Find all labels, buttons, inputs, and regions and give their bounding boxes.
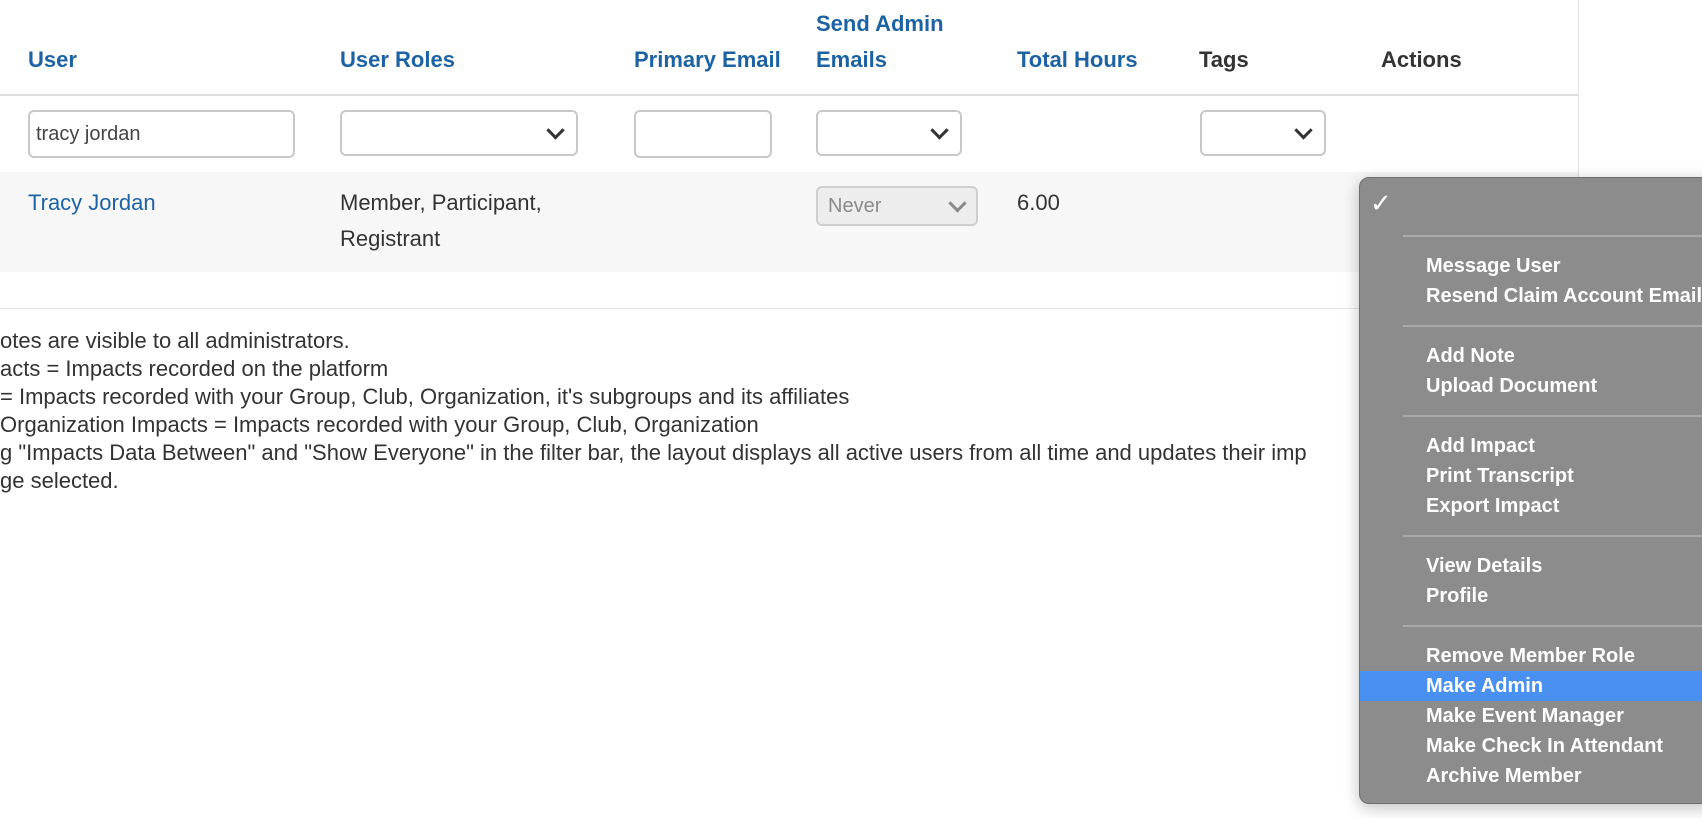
note-line: otes are visible to all administrators. <box>0 328 350 353</box>
header-divider <box>0 94 1578 96</box>
column-header-actions: Actions <box>1381 47 1462 72</box>
menu-item-upload-document[interactable]: Upload Document <box>1360 371 1702 401</box>
chevron-down-icon <box>546 121 565 140</box>
column-header-send-admin-emails[interactable]: Send Admin Emails <box>816 6 944 78</box>
primary-email-filter-input[interactable] <box>634 110 772 158</box>
user-roles-line2: Registrant <box>340 226 441 251</box>
menu-item-archive-member[interactable]: Archive Member <box>1360 761 1702 791</box>
actions-context-menu: ✓ Message User Resend Claim Account Emai… <box>1359 177 1702 804</box>
menu-separator <box>1403 325 1702 327</box>
send-admin-emails-filter-select[interactable] <box>816 110 962 156</box>
column-header-user-roles[interactable]: User Roles <box>340 42 455 78</box>
menu-item-remove-member-role[interactable]: Remove Member Role <box>1360 641 1702 671</box>
menu-separator <box>1403 235 1702 237</box>
table-bottom-divider <box>0 308 1578 309</box>
menu-item-make-event-manager[interactable]: Make Event Manager <box>1360 701 1702 731</box>
menu-item-export-impact[interactable]: Export Impact <box>1360 491 1702 521</box>
column-header-user[interactable]: User <box>28 42 77 78</box>
table-row <box>0 172 1578 272</box>
column-header-send-admin-emails-line1: Send Admin <box>816 11 944 36</box>
menu-item-make-admin[interactable]: Make Admin <box>1360 671 1702 701</box>
menu-separator <box>1403 535 1702 537</box>
user-filter-input[interactable] <box>28 110 295 158</box>
send-admin-emails-value: Never <box>828 195 882 217</box>
note-line: acts = Impacts recorded on the platform <box>0 356 389 381</box>
menu-item-profile[interactable]: Profile <box>1360 581 1702 611</box>
user-roles-cell: Member, Participant, Registrant <box>340 185 542 257</box>
page: User User Roles Primary Email Send Admin… <box>0 0 1702 818</box>
menu-item-resend-claim-account-email[interactable]: Resend Claim Account Email <box>1360 281 1702 311</box>
note-line: = Impacts recorded with your Group, Club… <box>0 384 850 409</box>
note-line: Organization Impacts = Impacts recorded … <box>0 412 759 437</box>
chevron-down-icon <box>948 194 967 213</box>
send-admin-emails-select: Never <box>816 186 978 226</box>
column-header-total-hours[interactable]: Total Hours <box>1017 42 1138 78</box>
menu-item-message-user[interactable]: Message User <box>1360 251 1702 281</box>
menu-item-print-transcript[interactable]: Print Transcript <box>1360 461 1702 491</box>
menu-separator <box>1403 625 1702 627</box>
column-header-tags: Tags <box>1199 47 1249 72</box>
note-line: ge selected. <box>0 468 119 493</box>
user-name-link[interactable]: Tracy Jordan <box>28 185 156 221</box>
menu-separator <box>1403 415 1702 417</box>
menu-item-make-check-in-attendant[interactable]: Make Check In Attendant <box>1360 731 1702 761</box>
tags-filter-select[interactable] <box>1200 110 1326 156</box>
checkmark-icon: ✓ <box>1370 188 1392 218</box>
user-roles-line1: Member, Participant, <box>340 190 542 215</box>
chevron-down-icon <box>1294 121 1313 140</box>
menu-item-add-note[interactable]: Add Note <box>1360 341 1702 371</box>
total-hours-cell: 6.00 <box>1017 190 1060 215</box>
note-line: g "Impacts Data Between" and "Show Every… <box>0 440 1307 465</box>
menu-item-view-details[interactable]: View Details <box>1360 551 1702 581</box>
chevron-down-icon <box>930 121 949 140</box>
users-table: User User Roles Primary Email Send Admin… <box>0 0 1579 310</box>
footnotes: otes are visible to all administrators. … <box>0 327 1358 495</box>
menu-item-add-impact[interactable]: Add Impact <box>1360 431 1702 461</box>
column-header-primary-email[interactable]: Primary Email <box>634 42 781 78</box>
user-roles-filter-select[interactable] <box>340 110 578 156</box>
column-header-send-admin-emails-line2: Emails <box>816 47 887 72</box>
